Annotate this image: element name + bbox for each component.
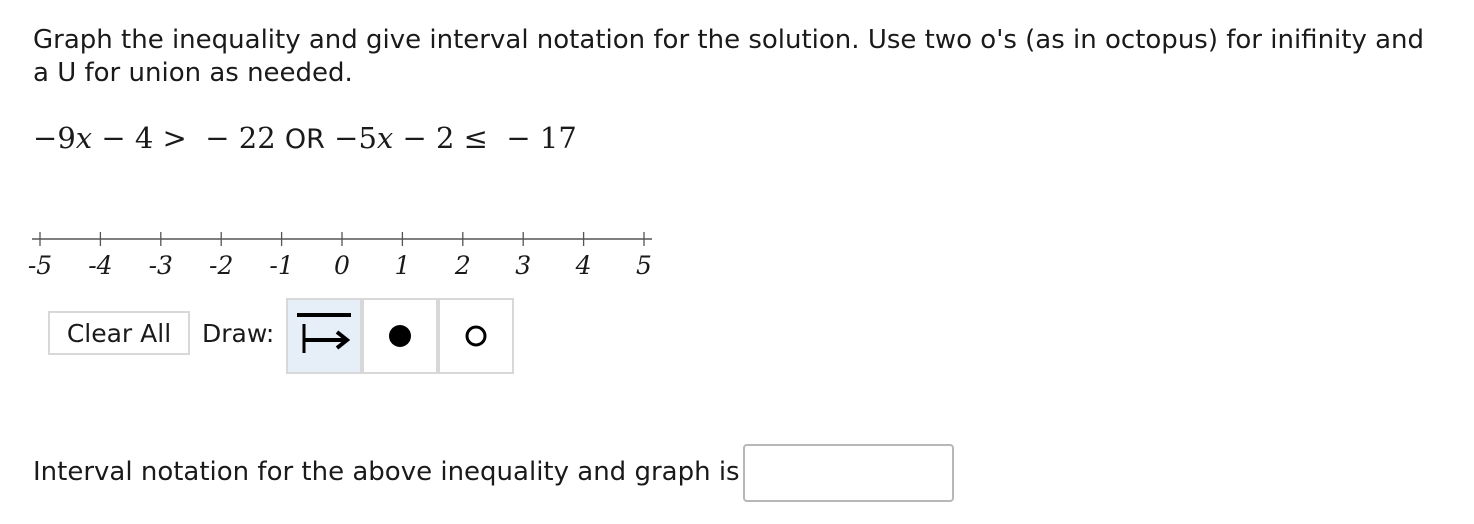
open-dot-icon bbox=[465, 325, 487, 347]
inequality-rest-1: − 4 > − 22 bbox=[92, 121, 285, 155]
number-line-graph[interactable]: -5 -4 -3 -2 -1 0 1 2 3 4 5 bbox=[22, 222, 672, 282]
inequality-connector: OR bbox=[284, 124, 325, 155]
number-line-tick-label: 5 bbox=[636, 251, 652, 280]
number-line-tick-label: -1 bbox=[269, 251, 293, 280]
number-line-tick-label: -2 bbox=[209, 251, 233, 280]
number-line-tick-label: -5 bbox=[28, 251, 52, 280]
answer-label: Interval notation for the above inequali… bbox=[33, 457, 740, 487]
number-line-tick-label: 3 bbox=[515, 251, 531, 280]
inequality-coef-1: 9 bbox=[57, 121, 76, 155]
inequality-minus-2: − bbox=[324, 121, 359, 155]
clear-all-button[interactable]: Clear All bbox=[48, 311, 190, 355]
closed-dot-icon bbox=[389, 325, 411, 347]
number-line-tick-label: 1 bbox=[394, 251, 410, 280]
inequality-expression: −9x − 4 > − 22 OR −5x − 2 ≤ − 17 bbox=[33, 118, 577, 160]
question-text: Graph the inequality and give interval n… bbox=[33, 25, 1425, 88]
number-line-tick-label: -3 bbox=[149, 251, 173, 280]
open-dot-tool-button[interactable] bbox=[438, 298, 514, 374]
closed-dot-tool-button[interactable] bbox=[362, 298, 438, 374]
number-line-tick-label: 4 bbox=[575, 251, 592, 280]
number-line-tick-label: -4 bbox=[88, 251, 112, 280]
inequality-minus-1: − bbox=[33, 121, 58, 155]
inequality-var-2: x bbox=[376, 121, 394, 155]
inequality-var-1: x bbox=[75, 121, 93, 155]
ray-arrow-icon bbox=[297, 313, 351, 353]
draw-label: Draw: bbox=[202, 319, 275, 348]
inequality-coef-2: 5 bbox=[358, 121, 377, 155]
number-line-labels: -5 -4 -3 -2 -1 0 1 2 3 4 5 bbox=[28, 251, 652, 280]
ray-tool-button[interactable] bbox=[286, 298, 362, 374]
number-line-tick-label: 0 bbox=[334, 251, 350, 280]
interval-answer-input[interactable] bbox=[743, 444, 954, 502]
number-line-tick-label: 2 bbox=[454, 251, 471, 280]
inequality-rest-2: − 2 ≤ − 17 bbox=[393, 121, 577, 155]
